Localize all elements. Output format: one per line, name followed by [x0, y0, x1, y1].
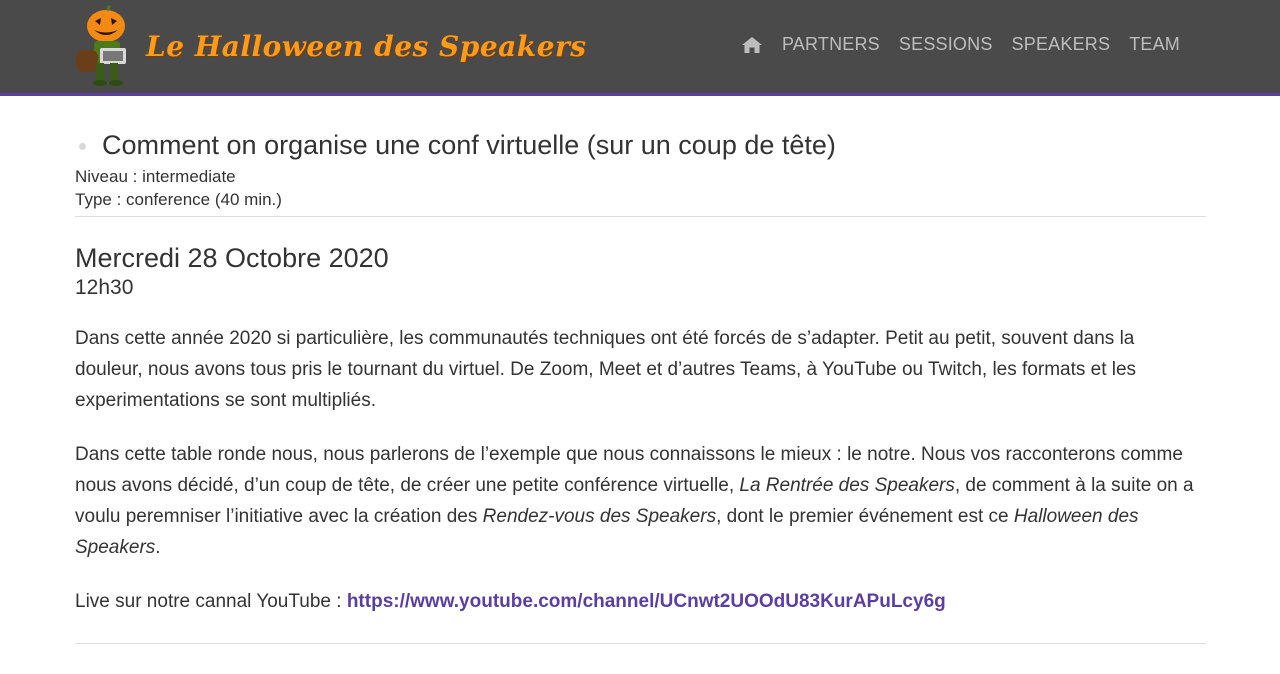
live-label: Live sur notre cannal YouTube :: [75, 591, 347, 612]
session-description-paragraph-1: Dans cette année 2020 si particulière, l…: [75, 328, 1137, 411]
site-logo[interactable]: Le Halloween des Speakers: [70, 4, 587, 88]
session-title-row: Comment on organise une conf virtuelle (…: [75, 130, 1206, 161]
session-date: Mercredi 28 Octobre 2020: [75, 243, 389, 273]
pumpkin-mascot-icon: [76, 5, 126, 86]
session-type: Type : conference (40 min.): [75, 190, 282, 209]
nav-home-link[interactable]: [741, 36, 763, 54]
divider: [75, 216, 1206, 217]
session-description-paragraph-2: Dans cette table ronde nous, nous parler…: [75, 439, 1206, 563]
site-logo-text: Le Halloween des Speakers: [146, 29, 587, 63]
event-name-rendez-vous: Rendez-vous des Speakers: [482, 506, 717, 527]
nav-speakers[interactable]: SPEAKERS: [1012, 34, 1111, 55]
nav-team[interactable]: TEAM: [1129, 34, 1180, 55]
home-icon: [741, 36, 762, 53]
divider: [75, 643, 1206, 644]
paragraph-text: .: [155, 537, 161, 558]
paragraph-text: , dont le premier événement est ce: [716, 506, 1014, 527]
session-level: Niveau : intermediate: [75, 167, 236, 186]
session-time: 12h30: [75, 276, 134, 299]
top-navbar: Le Halloween des Speakers PARTNERS SESSI…: [0, 0, 1280, 96]
event-name-rentree: La Rentrée des Speakers: [739, 475, 955, 496]
session-title: Comment on organise une conf virtuelle (…: [102, 130, 836, 160]
main-navigation: PARTNERS SESSIONS SPEAKERS TEAM: [741, 34, 1180, 55]
bullet-dot-icon: [79, 143, 86, 150]
nav-sessions[interactable]: SESSIONS: [899, 34, 993, 55]
youtube-channel-link[interactable]: https://www.youtube.com/channel/UCnwt2UO…: [347, 591, 946, 612]
live-info: Live sur notre cannal YouTube : https://…: [75, 586, 1206, 617]
nav-partners[interactable]: PARTNERS: [782, 34, 880, 55]
session-detail: Comment on organise une conf virtuelle (…: [75, 130, 1206, 644]
